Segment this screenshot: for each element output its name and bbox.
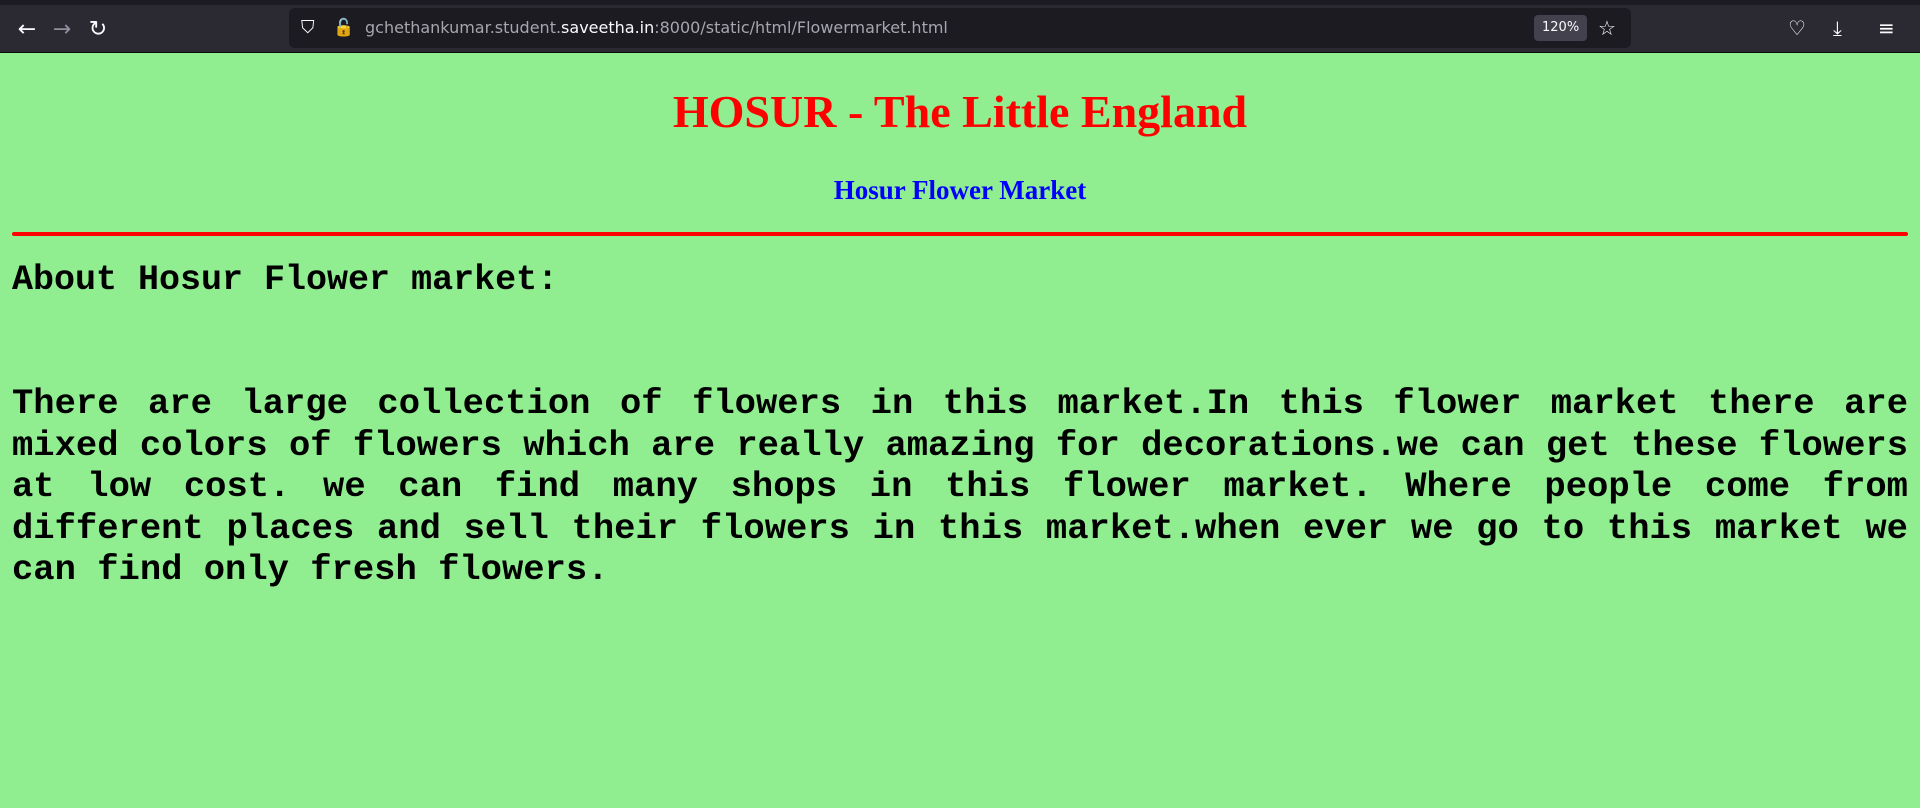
page-title: HOSUR - The Little England [672, 86, 1248, 137]
download-icon[interactable]: ⤓ [1833, 8, 1842, 48]
shield-icon[interactable]: ⛉ [301, 8, 315, 48]
url-host-domain: saveetha.in [561, 18, 655, 37]
browser-toolbar: ← → ↻ ⛉ 🔓 gchethankumar.student.saveetha… [0, 0, 1920, 53]
menu-icon[interactable]: ≡ [1878, 8, 1895, 48]
pocket-icon[interactable]: ♡ [1788, 8, 1806, 48]
horizontal-rule [12, 232, 1908, 236]
zoom-level-badge[interactable]: 120% [1534, 15, 1588, 41]
forward-icon[interactable]: → [47, 15, 77, 45]
url-text[interactable]: gchethankumar.student.saveetha.in:8000/s… [365, 8, 948, 48]
section-heading: About Hosur Flower market: [12, 260, 559, 300]
bookmark-star-icon[interactable]: ☆ [1598, 8, 1616, 48]
url-host-prefix: gchethankumar.student. [365, 18, 562, 37]
insecure-lock-icon[interactable]: 🔓 [333, 8, 354, 48]
url-path: :8000/static/html/Flowermarket.html [654, 18, 948, 37]
about-paragraph: There are large collection of flowers in… [12, 383, 1909, 591]
reload-icon[interactable]: ↻ [83, 15, 113, 45]
back-icon[interactable]: ← [12, 15, 42, 45]
page-subtitle: Hosur Flower Market [833, 175, 1087, 205]
page-content: HOSUR - The Little England Hosur Flower … [0, 53, 1920, 808]
address-bar[interactable]: ⛉ 🔓 gchethankumar.student.saveetha.in:80… [289, 8, 1631, 48]
